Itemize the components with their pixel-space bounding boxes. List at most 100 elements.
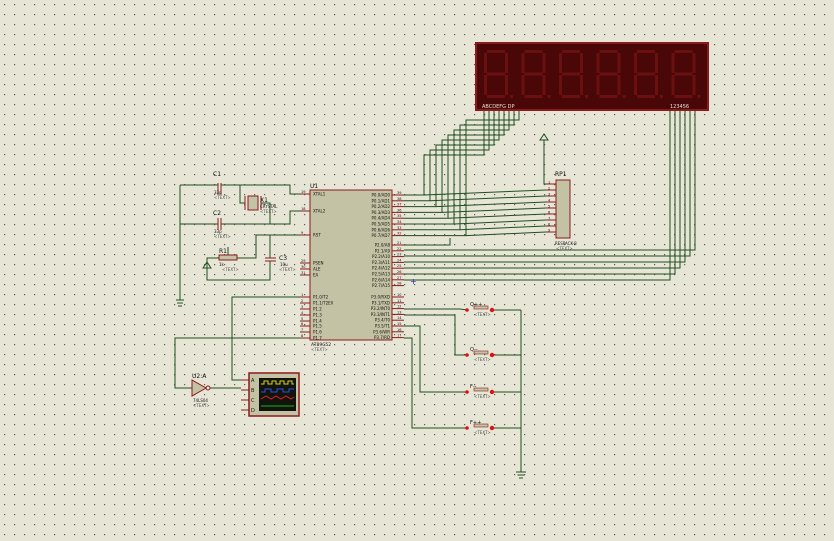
rp1-ref: RP1 <box>555 171 567 178</box>
pin-number: 23 <box>397 253 401 257</box>
pin-number: 30 <box>301 265 305 269</box>
pin-number: 8 <box>301 334 303 338</box>
rp1-text: <TEXT> <box>556 246 573 251</box>
pin-name: P0.1/AD1 <box>372 198 391 203</box>
segment <box>599 95 618 98</box>
pin-number: 1 <box>301 293 303 297</box>
pin-number: 13 <box>397 310 401 314</box>
pin-number: 25 <box>397 264 401 268</box>
pin-number: 10 <box>397 293 401 297</box>
button-contact <box>465 308 469 312</box>
pin-name: P3.2/INT0 <box>371 306 391 311</box>
segment <box>484 53 487 73</box>
segment <box>521 75 525 95</box>
segment <box>637 50 655 53</box>
segment-dp <box>660 95 663 98</box>
pin-number: 26 <box>397 270 401 274</box>
segment <box>484 75 487 95</box>
pin-number: 27 <box>397 276 401 280</box>
segment-dp <box>547 95 551 98</box>
segment <box>637 72 655 76</box>
button-cap <box>473 350 489 355</box>
segment <box>562 95 580 98</box>
button-cap <box>473 387 489 392</box>
pin-name: P2.0/A8 <box>375 243 391 248</box>
segment <box>655 75 658 95</box>
c1-text: <TEXT> <box>214 195 231 200</box>
c2-ref: C2 <box>213 210 221 217</box>
button-contact <box>465 426 469 430</box>
pin-number: 37 <box>397 203 401 207</box>
pin-number: 3 <box>548 193 550 197</box>
button-text: <TEXT> <box>474 430 491 435</box>
r1-ref: R1 <box>219 248 227 255</box>
button-text: <TEXT> <box>474 312 491 317</box>
segment <box>617 75 621 95</box>
segment <box>634 53 637 73</box>
segment <box>505 53 508 73</box>
u2-text: <TEXT> <box>193 403 210 408</box>
segment <box>559 53 562 73</box>
pin-name: P2.1/A9 <box>375 248 391 253</box>
pin-number: 7 <box>548 217 550 221</box>
segment <box>599 50 618 53</box>
schematic-canvas[interactable]: ABCDEFG DP 123456 U1 AT89C52 <TEXT> 19 XT… <box>0 0 834 541</box>
button-contact <box>465 390 469 394</box>
pin-number: 14 <box>397 316 402 320</box>
pin-name: P2.6/A14 <box>372 277 390 282</box>
pin-number: 9 <box>548 229 550 233</box>
pin-name: P2.5/A13 <box>372 272 390 277</box>
pin-number: 34 <box>397 220 402 224</box>
segment-dp <box>622 95 626 98</box>
pin-number: 11 <box>397 299 401 303</box>
pin-number: 31 <box>301 271 305 275</box>
segment <box>674 50 693 53</box>
pin-name: P1.2 <box>313 307 322 312</box>
pin-name: P0.7/AD7 <box>372 233 391 238</box>
seven-segment-display[interactable]: ABCDEFG DP 123456 <box>475 42 709 111</box>
pin-name: P0.0/AD0 <box>372 193 391 198</box>
pin-label: B <box>251 388 255 394</box>
r1-text: <TEXT> <box>222 267 239 272</box>
pin-name: P3.4/T0 <box>375 318 391 323</box>
x1-ref: X1 <box>260 197 268 204</box>
segment <box>580 75 583 95</box>
pin-name: P0.4/AD4 <box>372 216 391 221</box>
segment <box>617 53 621 73</box>
pin-number: 29 <box>301 259 305 263</box>
u1-microcontroller[interactable]: U1 AT89C52 <TEXT> 19 XTAL118 XTAL29 RST29 PS… <box>300 183 404 352</box>
segment-dp <box>510 95 513 98</box>
segment <box>671 75 675 95</box>
pin-number: 39 <box>397 191 401 195</box>
segment <box>637 95 655 98</box>
pin-number: 6 <box>548 211 550 215</box>
segment <box>487 95 505 98</box>
pin-number: 35 <box>397 214 401 218</box>
segment <box>524 72 543 76</box>
segment <box>596 75 600 95</box>
segment <box>562 50 580 53</box>
segment <box>542 75 546 95</box>
pin-number: 19 <box>301 190 305 194</box>
segment <box>487 72 505 76</box>
pin-name: P3.3/INT1 <box>371 312 391 317</box>
segment <box>634 75 637 95</box>
pin-name: P3.0/RXD <box>371 295 390 300</box>
segment <box>505 75 508 95</box>
pin-name: P1.6 <box>313 330 322 335</box>
u1-text: <TEXT> <box>311 347 328 352</box>
pin-name: P1.3 <box>313 313 322 318</box>
pin-number: 6 <box>301 322 303 326</box>
pin-number: 5 <box>301 317 303 321</box>
oscilloscope[interactable]: ABCD <box>241 372 300 417</box>
pin-name: P1.5 <box>313 324 322 329</box>
pin-number: 3 <box>301 305 303 309</box>
pin-number: 33 <box>397 226 401 230</box>
segment <box>692 75 696 95</box>
pin-number: 8 <box>548 223 550 227</box>
pin-number: 17 <box>397 334 401 338</box>
pin-number: 2 <box>301 299 303 303</box>
segment <box>692 53 696 73</box>
pin-name: P3.1/TXD <box>372 300 390 305</box>
pin-number: 21 <box>397 241 401 245</box>
